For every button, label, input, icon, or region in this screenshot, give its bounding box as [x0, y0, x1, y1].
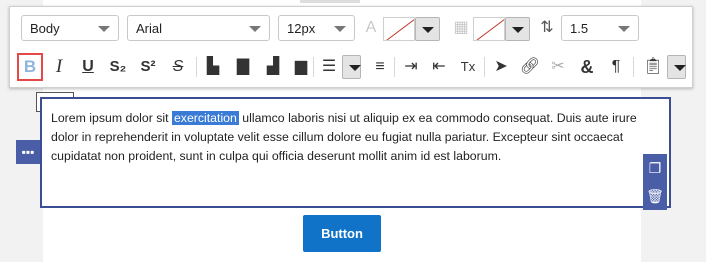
paste-button[interactable]: 📋︎ — [640, 53, 666, 81]
text-editor-block[interactable]: Lorem ipsum dolor sit exercitation ullam… — [40, 97, 671, 208]
numbered-list-button[interactable]: ≡ — [367, 53, 393, 81]
separator — [196, 57, 197, 77]
toolbar-row-2: B I U S₂ S² S ▙ ▇ ▟ ▆ ☰ ≡ ⇥ ⇤ Tx ➤ 🔗︎ ✂ … — [10, 47, 692, 87]
line-height-select[interactable]: 1.5 — [561, 15, 639, 41]
copy-icon: ❐ — [648, 160, 662, 176]
bold-button[interactable]: B — [17, 53, 43, 81]
block-actions: ❐ 🗑︎ — [643, 154, 667, 210]
move-handle[interactable]: ▪▪▪ — [16, 140, 40, 164]
bg-color-dropdown[interactable] — [505, 17, 530, 41]
text-color-swatch[interactable] — [383, 17, 415, 41]
align-right-icon: ▟ — [266, 58, 280, 75]
chevron-down-icon — [249, 26, 261, 32]
font-size-value: 12px — [287, 21, 316, 36]
strikethrough-button[interactable]: S — [165, 53, 191, 81]
font-family-value: Arial — [136, 21, 163, 36]
align-left-button[interactable]: ▙ — [200, 53, 226, 81]
paragraph-button[interactable]: ¶ — [603, 53, 629, 81]
clear-format-button[interactable]: Tx — [455, 53, 481, 81]
subscript-button[interactable]: S₂ — [105, 53, 131, 81]
unlink-button[interactable]: ✂ — [545, 53, 571, 81]
cta-button[interactable]: Button — [303, 215, 381, 252]
separator — [394, 57, 395, 77]
paste-icon: 📋︎ — [642, 58, 664, 75]
superscript-button[interactable]: S² — [135, 53, 161, 81]
indent-icon: ⇥ — [404, 58, 418, 75]
arrow-button[interactable]: ➤ — [488, 53, 514, 81]
editor-text-before: Lorem ipsum dolor sit — [51, 111, 172, 125]
numbered-list-icon: ≡ — [375, 58, 385, 75]
bullet-list-icon: ☰ — [321, 58, 337, 75]
chevron-down-icon — [334, 26, 346, 32]
line-height-value: 1.5 — [570, 21, 589, 36]
separator — [633, 57, 634, 77]
underline-button[interactable]: U — [75, 53, 101, 81]
link-icon: 🔗︎ — [519, 58, 541, 75]
top-divider — [300, 0, 360, 3]
line-height-icon: ⇅ — [540, 19, 554, 36]
separator — [313, 57, 314, 77]
bullet-list-dropdown[interactable] — [342, 55, 361, 79]
trash-icon: 🗑︎ — [646, 188, 664, 204]
outdent-icon: ⇤ — [432, 58, 446, 75]
paste-dropdown[interactable] — [667, 55, 686, 79]
toolbar-row-1: Body Arial 12px A ▦ ⇅ 1.5 — [10, 7, 692, 47]
justify-icon: ▆ — [294, 58, 308, 75]
selected-text: exercitation — [171, 111, 239, 125]
block-format-select[interactable]: Body — [21, 15, 119, 41]
font-size-select[interactable]: 12px — [278, 15, 355, 41]
bg-color-swatch[interactable] — [473, 17, 505, 41]
italic-button[interactable]: I — [46, 53, 72, 81]
separator — [484, 57, 485, 77]
align-center-button[interactable]: ▇ — [230, 53, 256, 81]
font-family-select[interactable]: Arial — [127, 15, 270, 41]
align-center-icon: ▇ — [236, 58, 250, 75]
align-right-button[interactable]: ▟ — [260, 53, 286, 81]
special-char-button[interactable]: & — [574, 53, 600, 81]
move-handle-icon: ▪▪▪ — [21, 145, 35, 159]
link-button[interactable]: 🔗︎ — [517, 53, 543, 81]
rich-text-toolbar: Body Arial 12px A ▦ ⇅ 1.5 B I U S₂ S² S … — [9, 6, 693, 88]
delete-button[interactable]: 🗑︎ — [643, 182, 667, 210]
indent-button[interactable]: ⇥ — [398, 53, 424, 81]
unlink-icon: ✂ — [551, 58, 565, 75]
copy-button[interactable]: ❐ — [643, 154, 667, 182]
font-size-icon: A — [365, 19, 377, 36]
block-format-value: Body — [30, 21, 60, 36]
align-left-icon: ▙ — [206, 58, 220, 75]
chevron-down-icon — [618, 26, 630, 32]
justify-button[interactable]: ▆ — [288, 53, 314, 81]
arrow-icon: ➤ — [494, 58, 508, 75]
text-color-dropdown[interactable] — [415, 17, 440, 41]
editor-paragraph[interactable]: Lorem ipsum dolor sit exercitation ullam… — [51, 109, 657, 166]
grid-icon: ▦ — [453, 19, 469, 36]
chevron-down-icon — [98, 26, 110, 32]
bullet-list-button[interactable]: ☰ — [316, 53, 342, 81]
outdent-button[interactable]: ⇤ — [426, 53, 452, 81]
